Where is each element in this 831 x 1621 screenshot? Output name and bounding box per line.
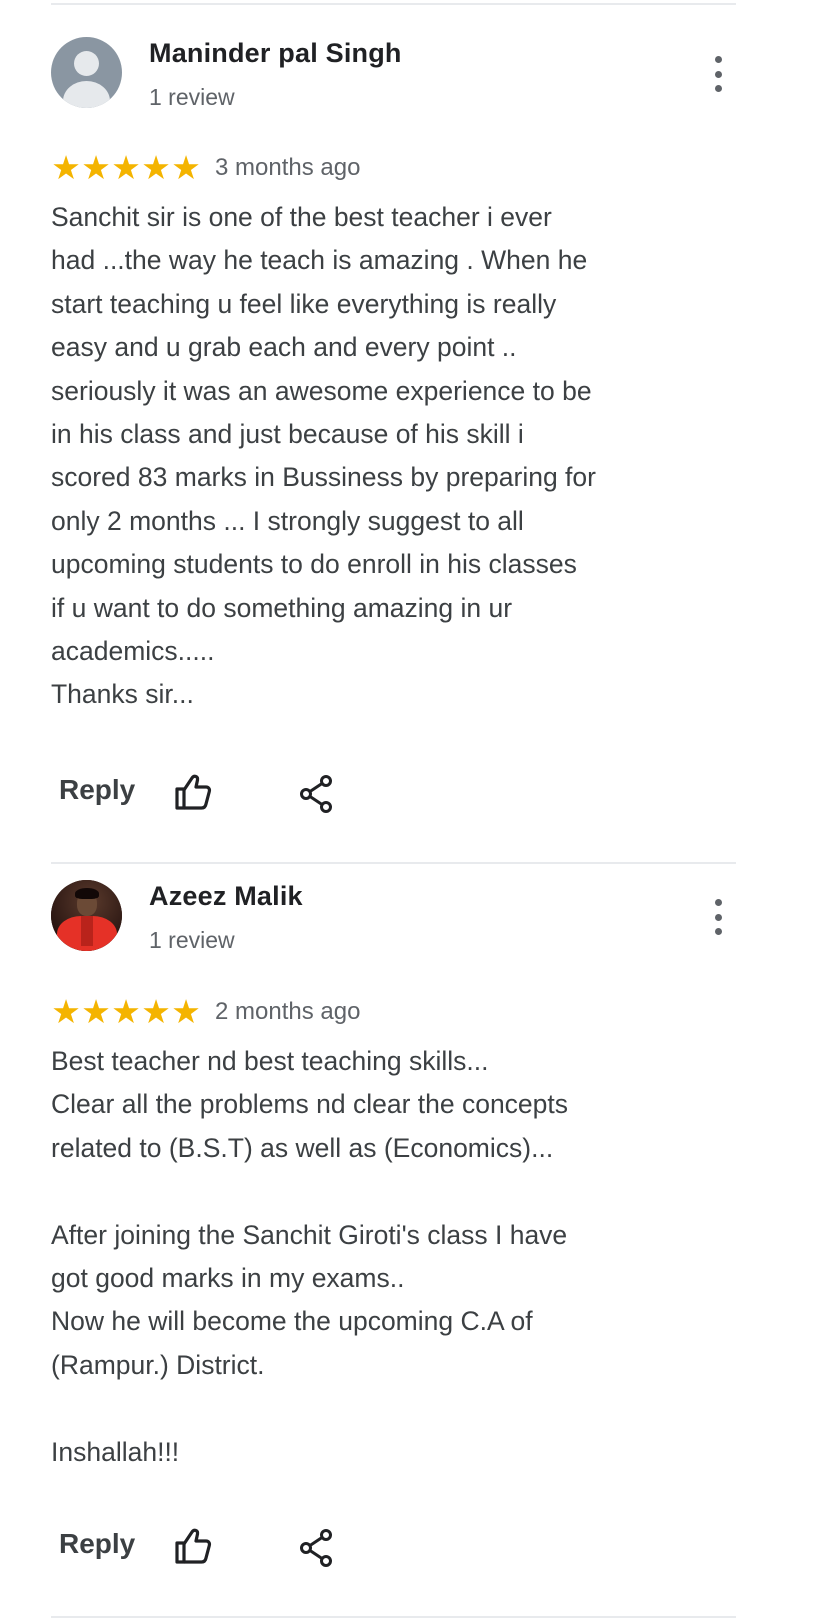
reply-button[interactable]: Reply	[59, 774, 135, 806]
star-icon: ★	[81, 149, 111, 186]
star-rating: ★ ★ ★ ★ ★	[51, 150, 201, 186]
review-time: 2 months ago	[215, 998, 361, 1025]
star-icon: ★	[51, 149, 81, 186]
reviewer-name[interactable]: Maninder pal Singh	[149, 38, 402, 69]
divider	[51, 1616, 736, 1618]
star-icon: ★	[141, 993, 171, 1030]
star-icon: ★	[171, 149, 201, 186]
star-icon: ★	[111, 149, 141, 186]
share-icon[interactable]	[299, 1528, 335, 1568]
review-count: 1 review	[149, 927, 235, 953]
rating-row: ★ ★ ★ ★ ★ 2 months ago	[51, 994, 360, 1030]
rating-row: ★ ★ ★ ★ ★ 3 months ago	[51, 150, 360, 186]
more-options-icon[interactable]	[706, 899, 730, 935]
more-options-icon[interactable]	[706, 56, 730, 92]
share-icon[interactable]	[299, 774, 335, 814]
star-icon: ★	[81, 993, 111, 1030]
reply-button[interactable]: Reply	[59, 1528, 135, 1560]
star-icon: ★	[111, 993, 141, 1030]
review-text: Best teacher nd best teaching skills... …	[51, 1046, 569, 1467]
thumbs-up-icon[interactable]	[173, 1524, 213, 1568]
divider	[51, 862, 736, 864]
star-icon: ★	[51, 993, 81, 1030]
review-text: Sanchit sir is one of the best teacher i…	[51, 202, 596, 710]
reviewer-name[interactable]: Azeez Malik	[149, 881, 303, 912]
review-time: 3 months ago	[215, 154, 361, 181]
star-icon: ★	[141, 149, 171, 186]
review-count: 1 review	[149, 84, 235, 110]
divider	[51, 3, 736, 5]
thumbs-up-icon[interactable]	[173, 770, 213, 814]
avatar[interactable]	[51, 880, 122, 951]
star-rating: ★ ★ ★ ★ ★	[51, 994, 201, 1030]
avatar[interactable]	[51, 37, 122, 108]
star-icon: ★	[171, 993, 201, 1030]
